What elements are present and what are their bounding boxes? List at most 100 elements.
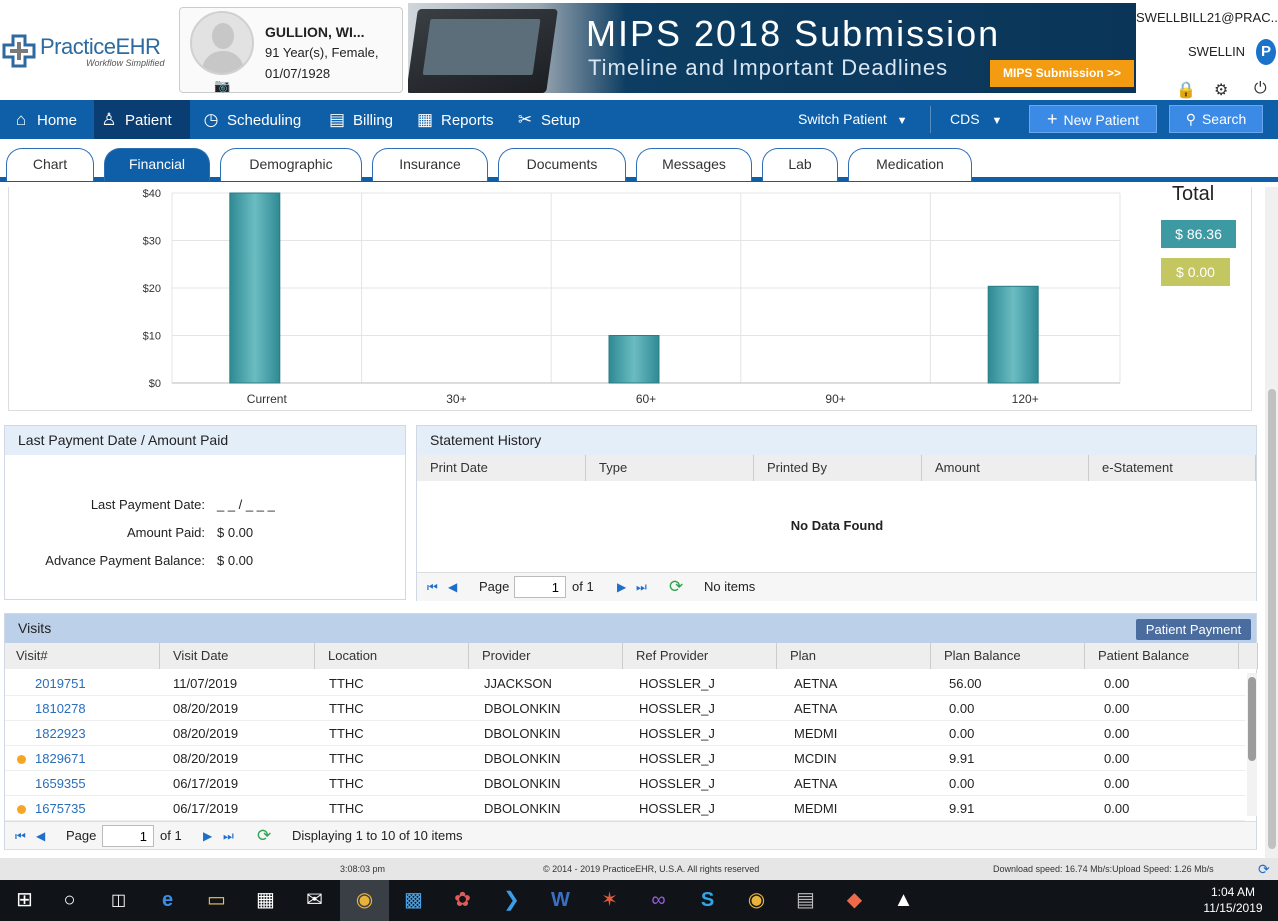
table-row[interactable]: 1829671 08/20/2019 TTHC DBOLONKIN HOSSLER_J M… [5, 746, 1245, 771]
last-page-icon[interactable]: ⏭ [636, 573, 647, 601]
nav-home[interactable]: ⌂ Home [6, 100, 92, 139]
column-header[interactable]: Type [586, 455, 754, 481]
word-icon[interactable]: W [536, 880, 585, 921]
prev-page-icon[interactable]: ◀ [36, 822, 45, 850]
visit-link[interactable]: 1822923 [35, 721, 86, 746]
switch-patient-dropdown[interactable]: Switch Patient ▼ [798, 100, 908, 139]
camera-icon[interactable]: 📷 [214, 78, 230, 94]
skype-icon[interactable]: S [683, 880, 732, 921]
mips-submission-button[interactable]: MIPS Submission >> [990, 60, 1134, 87]
search-button[interactable]: ⚲ Search [1169, 105, 1263, 133]
store-icon[interactable]: ▦ [241, 880, 290, 921]
x-tick-label: 60+ [636, 392, 656, 406]
visits-pager: ⏮ ◀ Page of 1 ▶ ⏭ ⟳ Displaying 1 to 10 o… [5, 821, 1256, 850]
first-page-icon[interactable]: ⏮ [15, 822, 26, 850]
power-icon[interactable]: ⏻ [1254, 80, 1267, 98]
last-page-icon[interactable]: ⏭ [223, 822, 234, 850]
column-header[interactable]: Ref Provider [623, 643, 777, 669]
column-header[interactable]: Visit Date [160, 643, 315, 669]
network-icon[interactable]: ▤ [781, 880, 830, 921]
vscode-icon[interactable]: ❯ [487, 880, 536, 921]
visit-link[interactable]: 1829671 [35, 746, 86, 771]
column-header[interactable]: Provider [469, 643, 623, 669]
table-row[interactable]: 1810278 08/20/2019 TTHC DBOLONKIN HOSSLER_J A… [5, 696, 1245, 721]
nav-scheduling[interactable]: ◷ Scheduling [196, 100, 314, 139]
git-icon[interactable]: ◆ [830, 880, 879, 921]
visit-link[interactable]: 1810278 [35, 696, 86, 721]
nav-patient[interactable]: ♙ Patient [94, 100, 190, 139]
visit-link[interactable]: 2019751 [35, 671, 86, 696]
tab-chart[interactable]: Chart [6, 148, 94, 181]
table-row[interactable]: 1822923 08/20/2019 TTHC DBOLONKIN HOSSLER_J M… [5, 721, 1245, 746]
next-page-icon[interactable]: ▶ [617, 573, 626, 601]
nav-billing[interactable]: ▤ Billing [322, 100, 402, 139]
column-header[interactable]: Location [315, 643, 469, 669]
app-logo[interactable]: PracticeEHR Workflow Simplified [2, 30, 174, 72]
table-row[interactable]: 1659355 06/17/2019 TTHC DBOLONKIN HOSSLER_J A… [5, 771, 1245, 796]
statement-pager: ⏮ ◀ Page of 1 ▶ ⏭ ⟳ No items [417, 572, 1256, 601]
refresh-icon[interactable]: ⟳ [669, 573, 683, 601]
last-payment-date-label: Last Payment Date: [90, 497, 205, 512]
visits-scrollbar[interactable] [1247, 673, 1257, 816]
mips-banner[interactable]: MIPS 2018 Submission Timeline and Import… [408, 3, 1136, 93]
chrome-icon[interactable]: ◉ [340, 880, 389, 921]
table-cell: 0.00 [949, 726, 975, 741]
task-view-icon[interactable]: ◫ [94, 880, 143, 921]
refresh-speed-icon[interactable]: ⟳ [1258, 858, 1270, 880]
table-cell: JJACKSON [484, 676, 552, 691]
first-page-icon[interactable]: ⏮ [427, 573, 438, 601]
tab-financial[interactable]: Financial [104, 148, 210, 181]
new-patient-button[interactable]: + New Patient [1029, 105, 1157, 133]
cortana-icon[interactable]: ○ [45, 880, 94, 921]
page-input[interactable] [102, 825, 154, 847]
file-explorer-icon[interactable]: ▭ [192, 880, 241, 921]
amount-paid-label: Amount Paid: [126, 525, 205, 540]
nav-setup[interactable]: ✂ Setup [510, 100, 596, 139]
outlook-icon[interactable]: ▩ [389, 880, 438, 921]
page-scrollbar[interactable] [1265, 187, 1278, 858]
column-header[interactable]: Plan Balance [931, 643, 1085, 669]
patient-avatar[interactable] [190, 11, 254, 75]
edge-icon[interactable]: e [143, 880, 192, 921]
tab-insurance[interactable]: Insurance [372, 148, 488, 181]
location-pin-icon[interactable]: P [1256, 39, 1276, 65]
prev-page-icon[interactable]: ◀ [448, 573, 457, 601]
table-cell: 11/07/2019 [173, 676, 238, 691]
paint-icon[interactable]: ✿ [438, 880, 487, 921]
column-header[interactable]: Amount [922, 455, 1089, 481]
column-header[interactable]: e-Statement [1089, 455, 1256, 481]
page-input[interactable] [514, 576, 566, 598]
table-row[interactable]: 2019751 11/07/2019 TTHC JJACKSON HOSSLER_J AE… [5, 671, 1245, 696]
column-header[interactable]: Visit# [5, 643, 160, 669]
next-page-icon[interactable]: ▶ [203, 822, 212, 850]
nav-reports[interactable]: ▦ Reports [410, 100, 502, 139]
column-header[interactable]: Plan [777, 643, 931, 669]
column-header[interactable]: Printed By [754, 455, 922, 481]
refresh-icon[interactable]: ⟳ [257, 822, 271, 850]
column-header[interactable]: Patient Balance [1085, 643, 1239, 669]
tab-messages[interactable]: Messages [636, 148, 752, 181]
user-name[interactable]: SWELLIN [1188, 44, 1245, 59]
mail-icon[interactable]: ✉ [290, 880, 339, 921]
visit-link[interactable]: 1675735 [35, 796, 86, 821]
lock-icon[interactable]: 🔒 [1176, 80, 1196, 100]
visual-studio-icon[interactable]: ∞ [634, 880, 683, 921]
start-icon[interactable]: ⊞ [0, 880, 49, 921]
taskbar-clock[interactable]: 1:04 AM 11/15/2019 [1196, 880, 1270, 921]
visit-link[interactable]: 1659355 [35, 771, 86, 796]
filezilla-icon[interactable]: ✶ [585, 880, 634, 921]
cds-dropdown[interactable]: CDS ▼ [950, 100, 1002, 139]
photos-icon[interactable]: ▲ [879, 880, 928, 921]
gear-icon[interactable]: ⚙ [1214, 80, 1228, 100]
column-header[interactable]: Print Date [417, 455, 586, 481]
patient-icon: ♙ [101, 110, 117, 129]
tab-documents[interactable]: Documents [498, 148, 626, 181]
chrome-icon[interactable]: ◉ [732, 880, 781, 921]
tab-medication[interactable]: Medication [848, 148, 972, 181]
tab-lab[interactable]: Lab [762, 148, 838, 181]
nav-home-label: Home [37, 112, 78, 129]
patient-payment-button[interactable]: Patient Payment [1136, 619, 1251, 640]
table-row[interactable]: 1675735 06/17/2019 TTHC DBOLONKIN HOSSLER_J M… [5, 796, 1245, 821]
nav-reports-label: Reports [441, 112, 494, 129]
tab-demographic[interactable]: Demographic [220, 148, 362, 181]
